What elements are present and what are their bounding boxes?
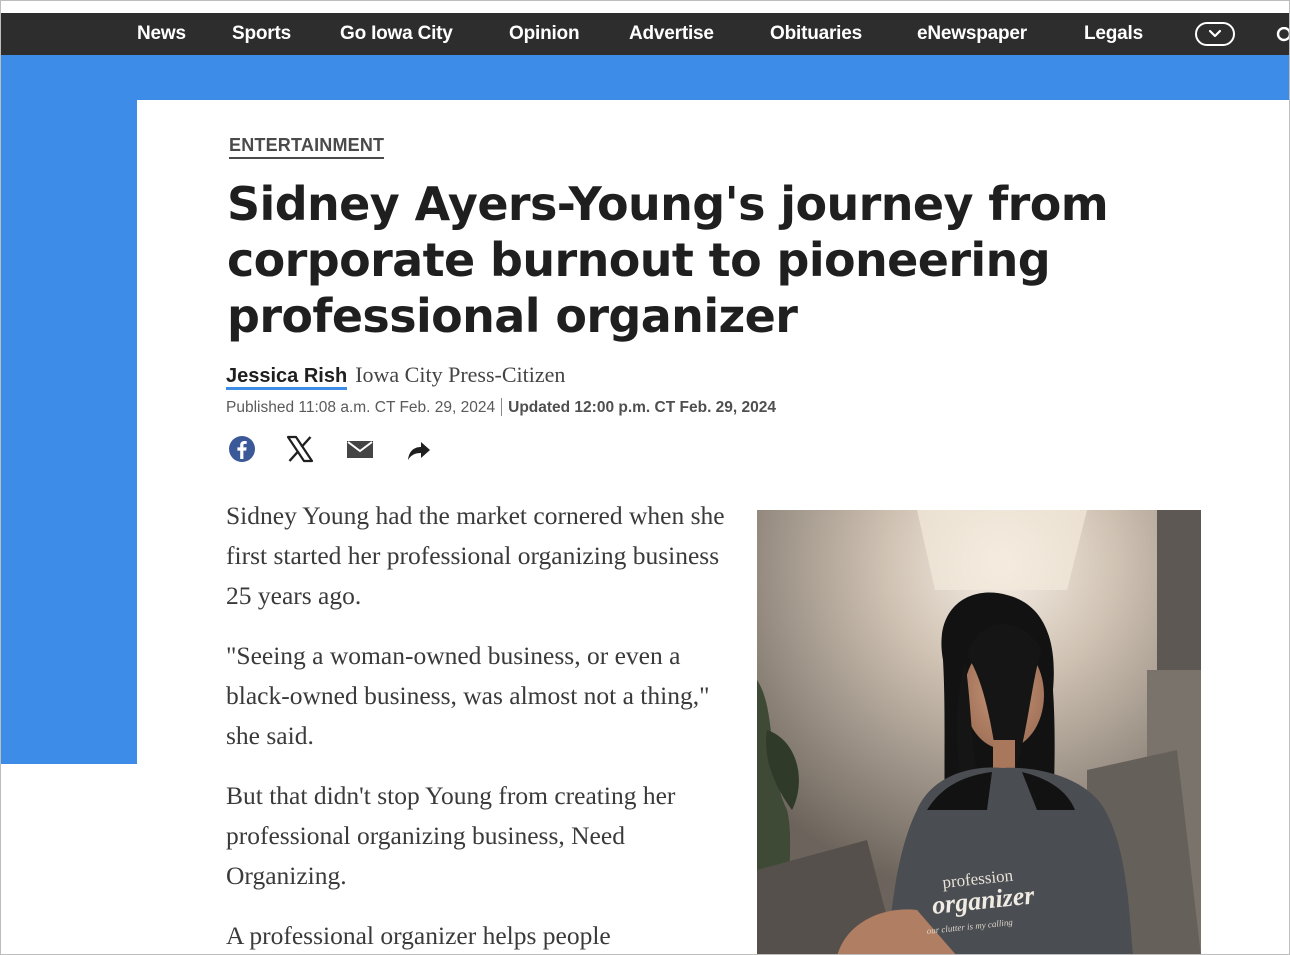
accent-side-block — [1, 100, 137, 764]
share-more-button[interactable] — [403, 434, 433, 464]
accent-band — [1, 55, 1289, 100]
nav-item-go-iowa-city[interactable]: Go Iowa City — [340, 23, 453, 45]
x-icon — [286, 435, 314, 463]
dateline: Published 11:08 a.m. CT Feb. 29, 2024 Upd… — [226, 398, 776, 417]
outlet-name: Iowa City Press-Citizen — [355, 362, 566, 387]
facebook-icon — [229, 436, 255, 462]
top-navigation-bar: News Sports Go Iowa City Opinion Adverti… — [1, 13, 1289, 55]
share-icon — [408, 442, 430, 460]
nav-item-sports[interactable]: Sports — [232, 23, 291, 45]
email-icon — [347, 441, 373, 458]
browser-viewport: News Sports Go Iowa City Opinion Adverti… — [0, 0, 1290, 955]
article-paragraph: A professional organizer helps people — [226, 921, 611, 950]
search-icon — [1276, 27, 1289, 42]
more-menu-button[interactable] — [1195, 22, 1235, 46]
nav-item-advertise[interactable]: Advertise — [629, 23, 714, 45]
published-date: Published 11:08 a.m. CT Feb. 29, 2024 — [226, 399, 496, 416]
byline: Jessica Rish Iowa City Press-Citizen — [226, 362, 566, 390]
nav-item-legals[interactable]: Legals — [1084, 23, 1143, 45]
updated-date: Updated 12:00 p.m. CT Feb. 29, 2024 — [508, 399, 777, 416]
portrait-photo: profession organizer our clutter is my c… — [757, 510, 1201, 954]
section-label[interactable]: ENTERTAINMENT — [229, 135, 385, 159]
article-paragraph: But that didn't stop Young from creating… — [226, 781, 676, 890]
share-x-button[interactable] — [285, 434, 315, 464]
article-body: Sidney Young had the market cornered whe… — [226, 496, 726, 954]
share-email-button[interactable] — [345, 434, 375, 464]
article-photo[interactable]: profession organizer our clutter is my c… — [757, 510, 1201, 954]
article-paragraph: Sidney Young had the market cornered whe… — [226, 501, 725, 610]
nav-item-enewspaper[interactable]: eNewspaper — [917, 23, 1027, 45]
date-divider — [501, 398, 503, 416]
nav-item-opinion[interactable]: Opinion — [509, 23, 580, 45]
share-facebook-button[interactable] — [227, 434, 257, 464]
search-button[interactable] — [1275, 27, 1289, 43]
article-container: ENTERTAINMENT Sidney Ayers-Young's journ… — [137, 100, 1289, 954]
chevron-down-icon — [1208, 29, 1222, 38]
nav-item-news[interactable]: News — [137, 23, 186, 45]
article-headline: Sidney Ayers-Young's journey from corpor… — [227, 177, 1109, 343]
article-paragraph: "Seeing a woman-owned business, or even … — [226, 641, 710, 750]
nav-item-obituaries[interactable]: Obituaries — [770, 23, 862, 45]
author-link[interactable]: Jessica Rish — [226, 365, 348, 390]
